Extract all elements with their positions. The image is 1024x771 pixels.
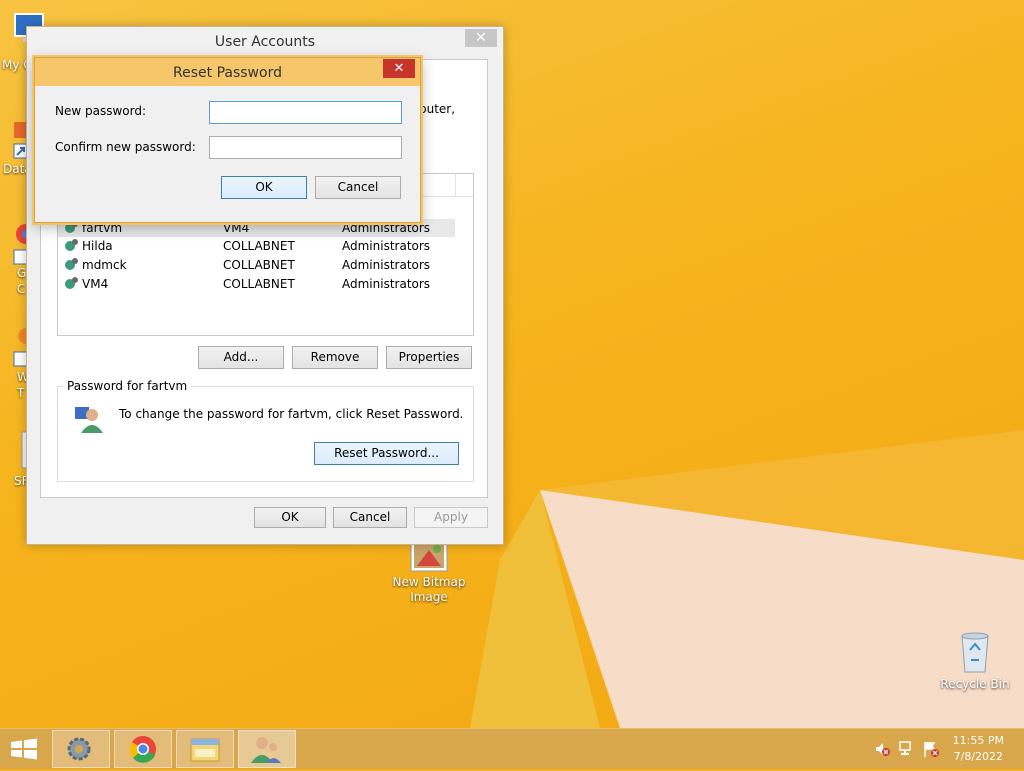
desktop-icon-recycle-bin[interactable]: Recycle Bin xyxy=(936,630,1014,692)
user-domain: COLLABNET xyxy=(223,277,295,291)
ok-button[interactable]: OK xyxy=(254,507,326,528)
table-row[interactable]: VM4 COLLABNET Administrators xyxy=(58,275,455,293)
desktop-icon-label: C xyxy=(17,282,26,296)
start-button[interactable] xyxy=(0,730,50,768)
desktop-icon-label: Recycle Bin xyxy=(940,677,1010,691)
user-icon xyxy=(64,256,80,277)
intro-text-fragment: puter, xyxy=(419,102,456,116)
cancel-button[interactable]: Cancel xyxy=(315,176,401,199)
user-group: Administrators xyxy=(342,277,431,291)
desktop-icon-label: New Bitmap Image xyxy=(392,575,466,604)
confirm-password-field[interactable] xyxy=(209,136,402,159)
volume-muted-icon[interactable] xyxy=(874,741,890,760)
user-icon xyxy=(64,275,80,296)
table-row[interactable]: mdmck COLLABNET Administrators xyxy=(58,256,455,274)
close-icon: ✕ xyxy=(475,30,487,46)
taskbar: 11:55 PM 7/8/2022 xyxy=(0,728,1024,769)
dialog-title: Reset Password xyxy=(35,58,420,86)
user-name: VM4 xyxy=(82,277,109,291)
apply-button[interactable]: Apply xyxy=(414,507,488,528)
properties-button[interactable]: Properties xyxy=(386,346,472,369)
reset-password-button[interactable]: Reset Password... xyxy=(314,442,459,465)
user-name: mdmck xyxy=(82,258,127,272)
action-center-flag-icon[interactable] xyxy=(922,740,940,761)
gears-icon xyxy=(67,737,91,761)
recycle-bin-icon xyxy=(958,630,992,674)
clock-time: 11:55 PM xyxy=(952,734,1004,747)
taskbar-control-panel[interactable] xyxy=(52,730,110,768)
system-clock[interactable]: 11:55 PM 7/8/2022 xyxy=(953,733,1004,765)
new-password-field[interactable] xyxy=(209,101,402,124)
desktop-icon-new-bitmap[interactable]: New Bitmap Image xyxy=(389,540,469,605)
table-row[interactable]: Hilda COLLABNET Administrators xyxy=(58,237,455,255)
add-button[interactable]: Add... xyxy=(198,346,284,369)
ok-button[interactable]: OK xyxy=(221,176,307,199)
user-password-icon xyxy=(73,403,105,438)
close-button[interactable]: ✕ xyxy=(383,59,415,78)
user-domain: COLLABNET xyxy=(223,239,295,253)
close-icon: ✕ xyxy=(393,61,405,76)
user-name: Hilda xyxy=(82,239,113,253)
folder-icon xyxy=(190,738,220,762)
password-group-label: Password for fartvm xyxy=(63,379,192,393)
column-divider xyxy=(455,174,456,196)
user-icon xyxy=(64,237,80,258)
user-group: Administrators xyxy=(342,239,431,253)
desktop-icon-label: T xyxy=(17,386,25,400)
desktop-icon-label: G xyxy=(17,266,27,280)
password-groupbox xyxy=(57,386,474,482)
close-button[interactable]: ✕ xyxy=(465,29,497,47)
taskbar-file-explorer[interactable] xyxy=(176,730,234,768)
network-icon[interactable] xyxy=(898,740,916,761)
confirm-password-label: Confirm new password: xyxy=(55,140,196,154)
windows-logo-icon xyxy=(11,738,37,760)
new-password-label: New password: xyxy=(55,104,147,118)
reset-password-dialog: Reset Password ✕ New password: Confirm n… xyxy=(34,57,421,223)
user-group: Administrators xyxy=(342,258,431,272)
window-title: User Accounts xyxy=(27,27,503,57)
dialog-body: New password: Confirm new password: OK C… xyxy=(41,86,414,216)
taskbar-chrome[interactable] xyxy=(114,730,172,768)
remove-button[interactable]: Remove xyxy=(292,346,378,369)
user-domain: COLLABNET xyxy=(223,258,295,272)
users-icon xyxy=(251,737,281,763)
chrome-icon xyxy=(129,736,156,763)
password-instructions: To change the password for fartvm, click… xyxy=(119,407,464,421)
taskbar-user-accounts[interactable] xyxy=(238,730,296,768)
clock-date: 7/8/2022 xyxy=(953,750,1004,763)
cancel-button[interactable]: Cancel xyxy=(333,507,407,528)
